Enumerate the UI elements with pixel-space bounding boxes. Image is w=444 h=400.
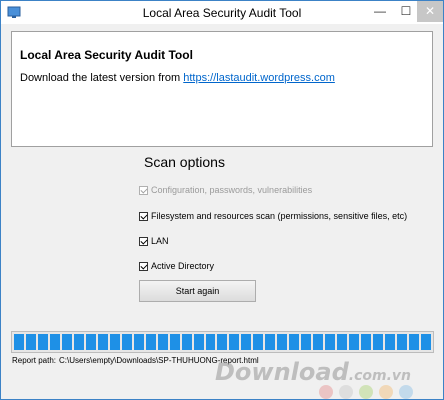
report-path-label: Report path: (12, 356, 57, 365)
watermark-logo: Download.com.vn (215, 358, 411, 386)
download-line: Download the latest version from https:/… (20, 72, 335, 84)
progress-segment (25, 334, 36, 350)
progress-segment (145, 334, 156, 350)
progress-segment (109, 334, 120, 350)
progress-segment (253, 334, 264, 350)
progress-segment (229, 334, 240, 350)
option-lan[interactable]: LAN (139, 234, 169, 248)
progress-segment (205, 334, 216, 350)
progress-segment (313, 334, 324, 350)
app-window: Local Area Security Audit Tool — ☐ ✕ Loc… (0, 0, 444, 400)
progress-segment (349, 334, 360, 350)
progress-segment (61, 334, 72, 350)
progress-segment (337, 334, 348, 350)
progress-segment (277, 334, 288, 350)
progress-bar (11, 331, 434, 353)
configuration-checkbox (139, 185, 148, 195)
active-directory-checkbox[interactable] (139, 261, 148, 271)
scan-options-title: Scan options (144, 154, 225, 170)
watermark-dot (379, 385, 393, 399)
progress-segment (265, 334, 276, 350)
progress-segment (289, 334, 300, 350)
progress-segment (397, 334, 407, 350)
progress-segment (217, 334, 228, 350)
watermark-domain: .com.vn (348, 368, 411, 384)
download-text: Download the latest version from (20, 72, 184, 84)
progress-segment (157, 334, 168, 350)
close-button[interactable]: ✕ (417, 1, 443, 22)
progress-segment (133, 334, 144, 350)
maximize-button[interactable]: ☐ (393, 1, 419, 22)
progress-segment (73, 334, 84, 350)
lan-label[interactable]: LAN (151, 236, 169, 246)
start-again-button[interactable]: Start again (139, 280, 256, 302)
filesystem-checkbox[interactable] (139, 211, 148, 221)
progress-segment (85, 334, 96, 350)
header-title: Local Area Security Audit Tool (20, 48, 193, 62)
watermark-dots (319, 385, 419, 399)
progress-segment (193, 334, 204, 350)
progress-segment (241, 334, 252, 350)
watermark-dot (359, 385, 373, 399)
progress-segment (14, 334, 24, 350)
header-panel: Local Area Security Audit Tool Download … (11, 31, 433, 147)
option-configuration: Configuration, passwords, vulnerabilitie… (139, 183, 312, 197)
minimize-button[interactable]: — (367, 1, 393, 22)
filesystem-label[interactable]: Filesystem and resources scan (permissio… (151, 211, 407, 221)
progress-segment (49, 334, 60, 350)
watermark-dot (399, 385, 413, 399)
progress-segment (373, 334, 384, 350)
lan-checkbox[interactable] (139, 236, 148, 246)
download-link[interactable]: https://lastaudit.wordpress.com (183, 72, 335, 84)
active-directory-label[interactable]: Active Directory (151, 261, 214, 271)
progress-segment (408, 334, 419, 350)
option-filesystem[interactable]: Filesystem and resources scan (permissio… (139, 209, 407, 223)
progress-segment (301, 334, 312, 350)
configuration-label: Configuration, passwords, vulnerabilitie… (151, 185, 313, 195)
title-bar[interactable]: Local Area Security Audit Tool — ☐ ✕ (1, 1, 443, 24)
watermark-dot (319, 385, 333, 399)
progress-segment (361, 334, 372, 350)
progress-segment (385, 334, 395, 350)
progress-segment (37, 334, 48, 350)
progress-segment (325, 334, 336, 350)
progress-segment (420, 334, 431, 350)
progress-segment (121, 334, 132, 350)
progress-segment (181, 334, 192, 350)
progress-segment (169, 334, 180, 350)
option-active-directory[interactable]: Active Directory (139, 259, 214, 273)
progress-segment (97, 334, 108, 350)
watermark-text: Download (215, 358, 349, 386)
watermark-dot (339, 385, 353, 399)
